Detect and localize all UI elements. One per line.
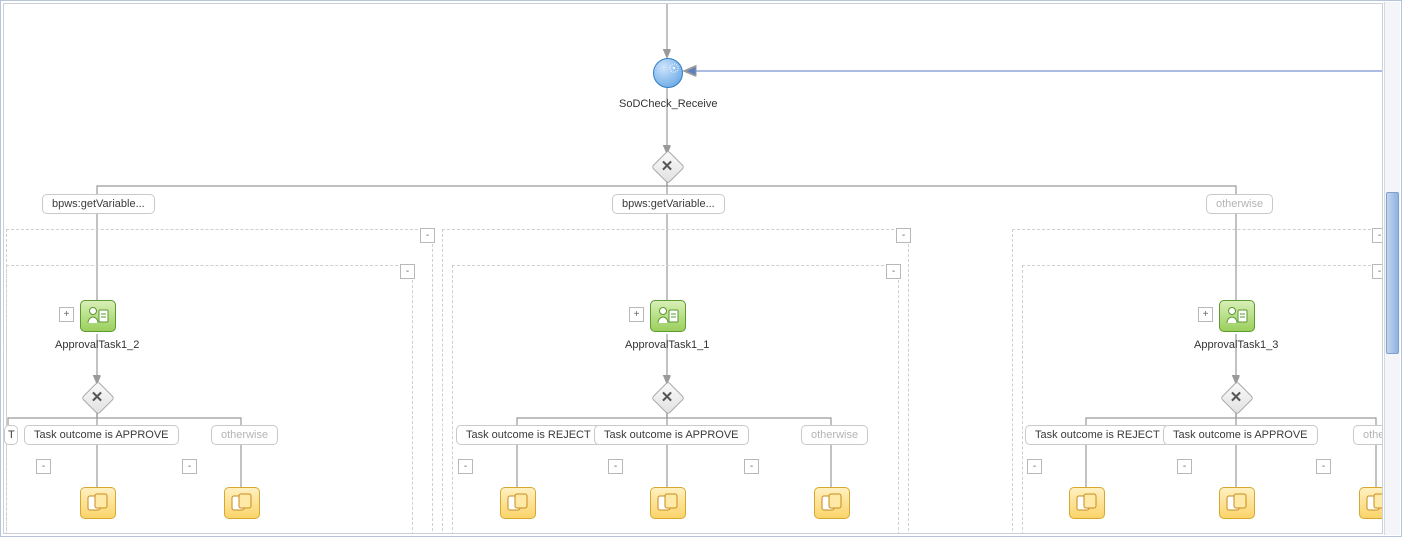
outcome-reject-right[interactable]: Task outcome is REJECT (1025, 425, 1170, 445)
collapse-toggle[interactable]: - (458, 459, 473, 474)
assign-activity[interactable] (1069, 487, 1105, 519)
assign-activity[interactable] (1219, 487, 1255, 519)
human-task-left-label: ApprovalTask1_2 (55, 339, 139, 351)
collapse-toggle[interactable]: - (886, 264, 901, 279)
scope-box (6, 265, 413, 534)
expand-toggle[interactable]: + (59, 307, 74, 322)
collapse-toggle[interactable]: - (182, 459, 197, 474)
assign-activity[interactable] (814, 487, 850, 519)
outcome-otherwise-right[interactable]: other (1353, 425, 1383, 445)
outcome-otherwise-middle[interactable]: otherwise (801, 425, 868, 445)
expand-toggle[interactable]: + (1198, 307, 1213, 322)
receive-activity[interactable] (653, 58, 683, 88)
switch-gateway-right[interactable]: ✕ (1221, 382, 1251, 412)
human-task-right-label: ApprovalTask1_3 (1194, 339, 1278, 351)
receive-activity-label: SoDCheck_Receive (619, 98, 717, 110)
collapse-toggle[interactable]: - (744, 459, 759, 474)
bpel-editor-viewport: SoDCheck_Receive ✕ bpws:getVariable... b… (0, 0, 1402, 537)
human-task-middle-label: ApprovalTask1_1 (625, 339, 709, 351)
human-task-middle[interactable] (650, 300, 686, 332)
assign-activity[interactable] (650, 487, 686, 519)
collapse-toggle[interactable]: - (1372, 264, 1383, 279)
collapse-toggle[interactable]: - (36, 459, 51, 474)
collapse-toggle[interactable]: - (420, 228, 435, 243)
expand-toggle[interactable]: + (629, 307, 644, 322)
diagram-canvas[interactable]: SoDCheck_Receive ✕ bpws:getVariable... b… (3, 3, 1383, 534)
outcome-reject-left[interactable]: T (4, 425, 18, 445)
collapse-toggle[interactable]: - (1372, 228, 1383, 243)
collapse-toggle[interactable]: - (608, 459, 623, 474)
assign-activity[interactable] (1359, 487, 1383, 519)
assign-activity[interactable] (500, 487, 536, 519)
switch-gateway-top[interactable]: ✕ (652, 151, 682, 181)
outcome-otherwise-left[interactable]: otherwise (211, 425, 278, 445)
assign-activity[interactable] (80, 487, 116, 519)
switch-gateway-left[interactable]: ✕ (82, 382, 112, 412)
branch-condition-left[interactable]: bpws:getVariable... (42, 194, 155, 214)
collapse-toggle[interactable]: - (896, 228, 911, 243)
vertical-scrollbar[interactable] (1384, 2, 1400, 535)
collapse-toggle[interactable]: - (400, 264, 415, 279)
collapse-toggle[interactable]: - (1027, 459, 1042, 474)
outcome-approve-middle[interactable]: Task outcome is APPROVE (594, 425, 749, 445)
branch-condition-middle[interactable]: bpws:getVariable... (612, 194, 725, 214)
switch-gateway-middle[interactable]: ✕ (652, 382, 682, 412)
scrollbar-thumb[interactable] (1386, 192, 1399, 354)
human-task-left[interactable] (80, 300, 116, 332)
outcome-approve-right[interactable]: Task outcome is APPROVE (1163, 425, 1318, 445)
outcome-reject-middle[interactable]: Task outcome is REJECT (456, 425, 601, 445)
assign-activity[interactable] (224, 487, 260, 519)
outcome-approve-left[interactable]: Task outcome is APPROVE (24, 425, 179, 445)
human-task-right[interactable] (1219, 300, 1255, 332)
collapse-toggle[interactable]: - (1177, 459, 1192, 474)
collapse-toggle[interactable]: - (1316, 459, 1331, 474)
branch-condition-right[interactable]: otherwise (1206, 194, 1273, 214)
